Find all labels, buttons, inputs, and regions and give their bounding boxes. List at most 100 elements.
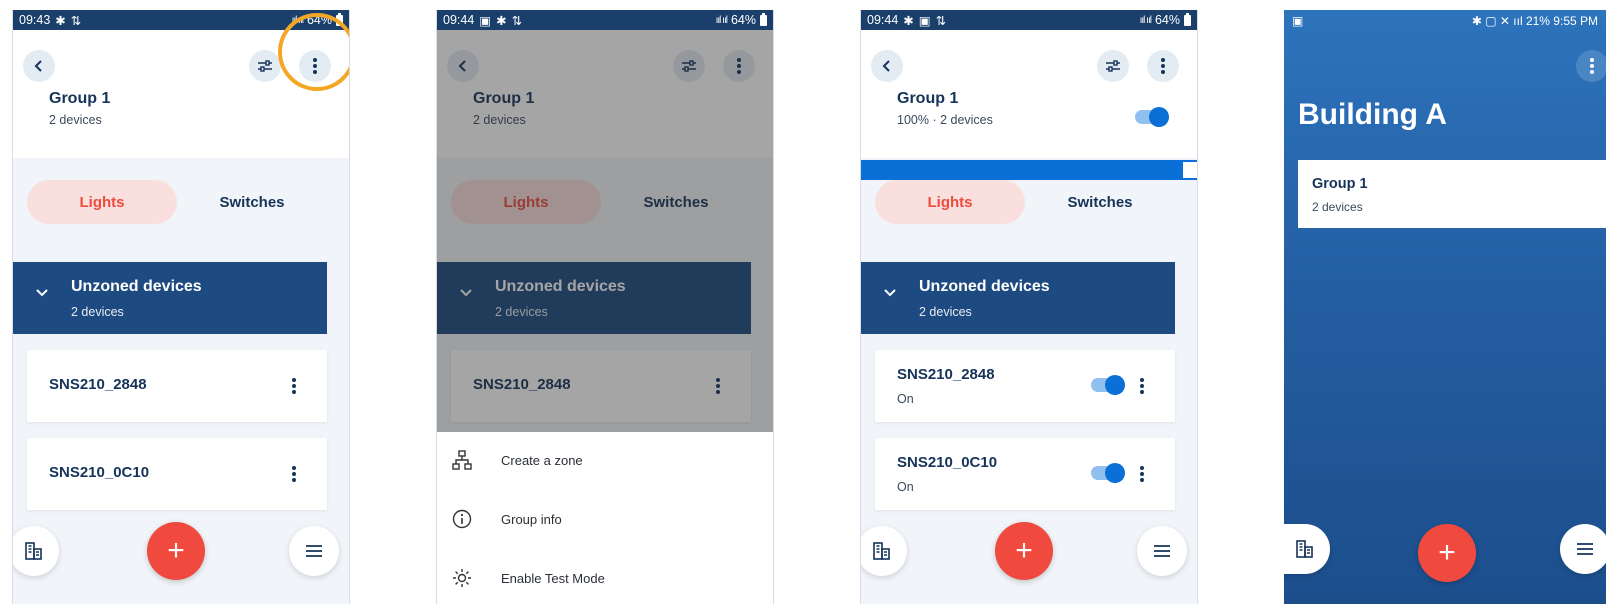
- bluetooth-icon: ✱: [903, 13, 914, 28]
- hamburger-icon: [1577, 543, 1593, 555]
- zone-subtitle: 2 devices: [919, 305, 972, 319]
- sync-icon: ⇅: [70, 13, 82, 28]
- add-button[interactable]: +: [995, 522, 1053, 580]
- zone-header[interactable]: Unzoned devices 2 devices: [13, 262, 327, 334]
- status-bar: 09:44 ▣ ✱ ⇅ ııl ııl 64%: [437, 10, 773, 30]
- zone-title: Unzoned devices: [71, 278, 202, 295]
- zone-subtitle: 2 devices: [71, 305, 124, 319]
- device-options-button[interactable]: [286, 376, 302, 396]
- sliders-icon: [1106, 60, 1120, 72]
- menu-button[interactable]: [289, 526, 339, 576]
- options-bottom-sheet: Create a zone Group info Enable Test Mod…: [437, 432, 773, 604]
- add-button[interactable]: +: [1418, 524, 1476, 582]
- group-screen: Group 1 2 devices Lights Switches Unzone…: [437, 30, 773, 604]
- phone-screen-2: 09:44 ▣ ✱ ⇅ ııl ııl 64% Group 1 2 devices Li…: [436, 10, 774, 604]
- group-title: Group 1: [49, 90, 111, 107]
- bluetooth-icon: ✱: [55, 13, 66, 28]
- battery-icon: [1184, 12, 1191, 26]
- status-bar: ▣ ✱ ▢ ✕ ııl 21% 9:55 PM: [1284, 10, 1606, 32]
- menu-label: Group info: [501, 511, 562, 527]
- more-options-button[interactable]: [1576, 50, 1606, 82]
- filter-button[interactable]: [1097, 50, 1129, 82]
- device-options-button[interactable]: [1134, 464, 1150, 484]
- device-card[interactable]: SNS210_0C10: [27, 438, 327, 510]
- device-state: On: [897, 480, 914, 494]
- highlight-ring: [278, 13, 349, 91]
- building-icon: [25, 542, 42, 560]
- sun-icon: [451, 567, 473, 589]
- device-name: SNS210_2848: [49, 376, 147, 393]
- device-options-button[interactable]: [1134, 376, 1150, 396]
- building-icon: [873, 542, 890, 560]
- clock: 09:44: [867, 13, 899, 27]
- device-state: On: [897, 392, 914, 406]
- device-card[interactable]: SNS210_2848 On: [875, 350, 1175, 422]
- back-button[interactable]: [871, 50, 903, 82]
- group-title: Group 1: [1312, 176, 1368, 192]
- status-bar: 09:44 ✱ ▣ ⇅ ııl ııl 64%: [861, 10, 1197, 30]
- group-subtitle: 2 devices: [1312, 200, 1363, 214]
- kebab-icon: [1584, 56, 1600, 76]
- image-icon: ▣: [918, 13, 931, 28]
- device-card[interactable]: SNS210_0C10 On: [875, 438, 1175, 510]
- battery-level: 64%: [730, 13, 756, 27]
- sliders-icon: [258, 60, 272, 72]
- image-icon: ▣: [1292, 14, 1304, 28]
- battery-icon: [760, 12, 767, 26]
- tab-lights[interactable]: Lights: [27, 180, 177, 224]
- device-toggle[interactable]: [1091, 375, 1125, 395]
- device-toggle[interactable]: [1091, 463, 1125, 483]
- brightness-bar[interactable]: [861, 160, 1197, 180]
- chevron-down-icon: [884, 289, 896, 297]
- image-icon: ▣: [479, 13, 492, 28]
- menu-item-group-info[interactable]: Group info: [437, 491, 773, 547]
- menu-button[interactable]: [1137, 526, 1187, 576]
- menu-item-test-mode[interactable]: Enable Test Mode: [437, 550, 773, 604]
- menu-label: Create a zone: [501, 452, 583, 468]
- chevron-left-icon: [34, 60, 42, 72]
- brightness-bar-end: [1183, 162, 1197, 178]
- group-screen: Group 1 2 devices Lights Switches Unzone…: [13, 30, 349, 604]
- signal-icon: ııl ııl: [715, 14, 728, 26]
- hamburger-icon: [306, 545, 322, 557]
- device-name: SNS210_0C10: [897, 454, 998, 471]
- device-card[interactable]: SNS210_2848: [27, 350, 327, 422]
- phone-screen-4: ▣ ✱ ▢ ✕ ııl 21% 9:55 PM Building A Group…: [1284, 10, 1606, 604]
- chevron-down-icon: [36, 289, 48, 297]
- device-name: SNS210_0C10: [49, 464, 150, 481]
- phone-screen-1: 09:43 ✱ ⇅ ııl ııl 64% Group 1 2 devices Lig…: [12, 10, 350, 604]
- device-name: SNS210_2848: [897, 366, 995, 383]
- bluetooth-icon: ✱: [496, 13, 507, 28]
- sync-icon: ⇅: [511, 13, 523, 28]
- tab-lights[interactable]: Lights: [875, 180, 1025, 224]
- tab-switches[interactable]: Switches: [1025, 180, 1175, 224]
- info-icon: [451, 508, 473, 530]
- group-card[interactable]: Group 1 2 devices: [1298, 160, 1606, 228]
- overlay-scrim[interactable]: [437, 30, 773, 432]
- zone-header[interactable]: Unzoned devices 2 devices: [861, 262, 1175, 334]
- status-right: ✱ ▢ ✕ ııl 21% 9:55 PM: [1471, 14, 1598, 28]
- kebab-icon: [1155, 56, 1171, 76]
- menu-item-create-zone[interactable]: Create a zone: [437, 432, 773, 488]
- group-power-toggle[interactable]: [1135, 107, 1169, 127]
- more-options-button[interactable]: [1147, 50, 1179, 82]
- phone-screen-3: 09:44 ✱ ▣ ⇅ ııl ııl 64% Group 1 100% · 2 dev…: [860, 10, 1198, 604]
- group-subtitle: 100% · 2 devices: [897, 113, 993, 127]
- add-button[interactable]: +: [147, 522, 205, 580]
- network-icon: [451, 449, 473, 471]
- back-button[interactable]: [23, 50, 55, 82]
- battery-level: 64%: [1154, 13, 1180, 27]
- menu-label: Enable Test Mode: [501, 570, 605, 586]
- clock: 09:44: [443, 13, 475, 27]
- status-time: 21% 9:55 PM: [1525, 14, 1598, 28]
- hamburger-icon: [1154, 545, 1170, 557]
- device-options-button[interactable]: [286, 464, 302, 484]
- group-subtitle: 2 devices: [49, 113, 102, 127]
- chevron-left-icon: [882, 60, 890, 72]
- tab-switches[interactable]: Switches: [177, 180, 327, 224]
- menu-button[interactable]: [1560, 524, 1606, 574]
- group-title: Group 1: [897, 90, 959, 107]
- group-screen: Group 1 100% · 2 devices Lights Switches…: [861, 30, 1197, 604]
- clock: 09:43: [19, 13, 51, 27]
- filter-button[interactable]: [249, 50, 281, 82]
